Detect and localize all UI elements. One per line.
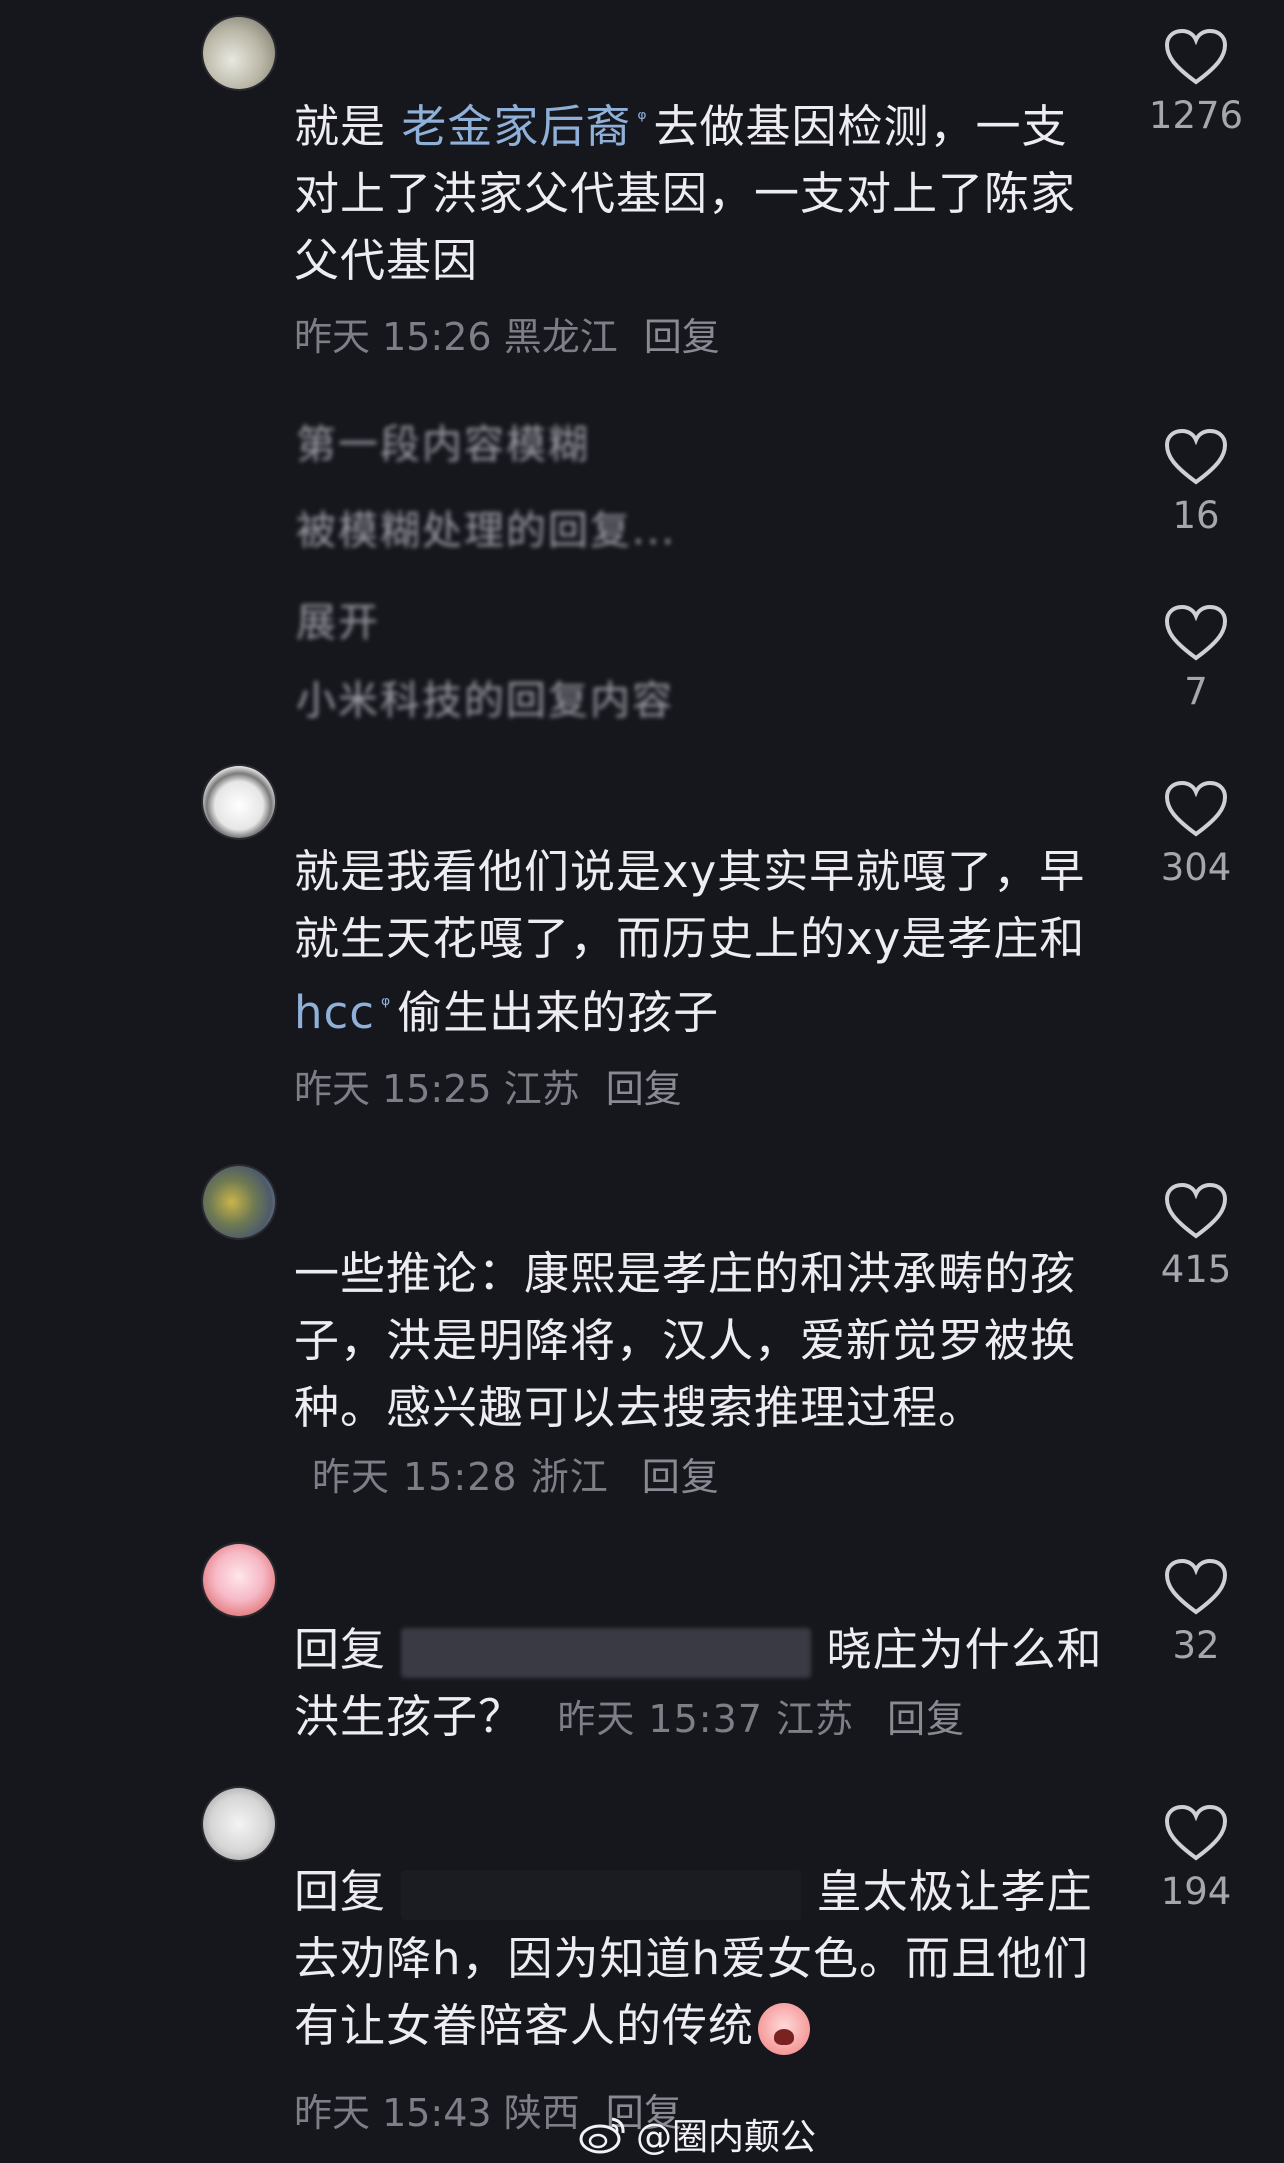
comment-text: 就是我看他们说是xy其实早就嘎了，早就生天花嘎了，而历史上的xy是孝庄和 hcc… [294, 845, 1086, 1039]
like-count: 32 [1172, 1624, 1220, 1667]
blurred-line: 小米科技的回复内容 [296, 678, 674, 724]
comment-text: 回复 皇太极让孝庄去劝降h，因为知道h爱女色。而且他们有让女眷陪客人的传统 [294, 1858, 1104, 2059]
like-button[interactable]: 415 [1160, 1182, 1232, 1291]
comment-text: 一些推论：康熙是孝庄的和洪承畴的孩子，洪是明降将，汉人，爱新觉罗被换种。感兴趣可… [294, 1247, 1077, 1499]
redacted-username [401, 1628, 812, 1678]
avatar[interactable] [203, 1544, 275, 1616]
reply-prefix: 回复 [294, 1623, 387, 1676]
blurred-line: 展开 [296, 600, 380, 646]
comment-text: 就是 老金家后裔 ᵠ 去做基因检测，一支对上了洪家父代基因，一支对上了陈家父代基因 [294, 100, 1077, 287]
blurred-line: 第一段内容模糊 [296, 422, 590, 468]
like-count: 7 [1184, 670, 1208, 713]
like-count: 1276 [1148, 94, 1244, 137]
comment-text: 回复 晓庄为什么和洪生孩子？ 昨天 15:37 江苏 回复 [294, 1623, 1103, 1743]
weibo-logo-icon [579, 2117, 625, 2154]
search-link[interactable]: 老金家后裔 [401, 100, 631, 153]
watermark-text: @圈内颠公 [636, 2117, 817, 2158]
comment-meta: 昨天 15:25 江苏 回复 [294, 1067, 682, 1111]
heart-icon [1164, 1804, 1228, 1861]
avatar[interactable] [203, 766, 275, 838]
like-button[interactable]: 194 [1160, 1804, 1232, 1913]
reply-prefix: 回复 [294, 1865, 387, 1918]
reply-button[interactable]: 回复 [606, 1067, 682, 1111]
like-count: 415 [1160, 1248, 1232, 1291]
like-button[interactable]: 7 [1160, 604, 1232, 713]
comment-meta: 昨天 15:37 江苏 回复 [557, 1697, 966, 1741]
comment-meta: 昨天 15:28 浙江 回复 [312, 1455, 720, 1499]
like-button[interactable]: 304 [1160, 780, 1232, 889]
like-count: 16 [1172, 494, 1220, 537]
heart-icon [1164, 1558, 1228, 1615]
avatar[interactable] [203, 1166, 275, 1238]
comment-meta: 昨天 15:26 黑龙江 回复 [294, 315, 720, 359]
avatar[interactable] [203, 17, 275, 89]
like-count: 194 [1160, 1870, 1232, 1913]
crying-face-icon [758, 2003, 811, 2055]
like-button[interactable]: 1276 [1149, 28, 1243, 137]
watermark: @圈内颠公 [578, 2108, 816, 2160]
reply-button[interactable]: 回复 [887, 1697, 965, 1741]
heart-icon [1164, 28, 1228, 85]
search-icon: ᵠ [381, 993, 392, 1018]
blurred-line: 被模糊处理的回复... [296, 508, 677, 554]
like-count: 304 [1160, 846, 1232, 889]
heart-icon [1164, 428, 1228, 485]
reply-button[interactable]: 回复 [644, 315, 720, 359]
search-link[interactable]: hcc [294, 986, 375, 1039]
avatar[interactable] [203, 1788, 275, 1860]
heart-icon [1164, 1182, 1228, 1239]
redacted-username [401, 1870, 802, 1920]
heart-icon [1164, 780, 1228, 837]
like-button[interactable]: 16 [1160, 428, 1232, 537]
heart-icon [1164, 604, 1228, 661]
reply-button[interactable]: 回复 [642, 1455, 720, 1499]
like-button[interactable]: 32 [1160, 1558, 1232, 1667]
search-icon: ᵠ [637, 107, 648, 132]
